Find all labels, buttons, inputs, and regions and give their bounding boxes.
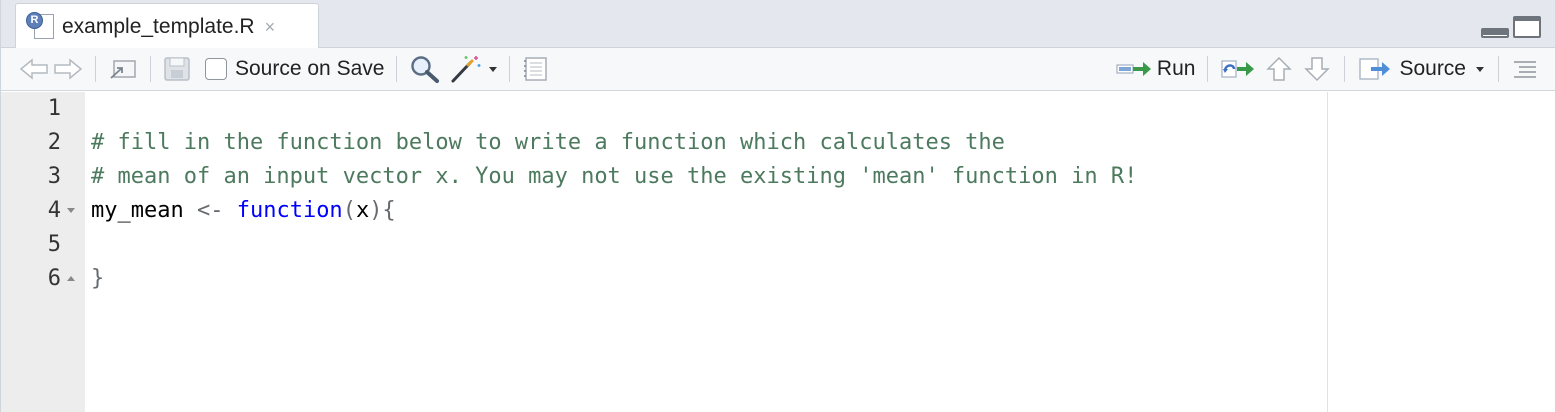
editor-toolbar: Source on Save Run Source [1, 48, 1555, 91]
forward-arrow-icon [54, 58, 83, 80]
run-arrow-icon [1116, 62, 1151, 76]
line-number: 5 [47, 232, 61, 257]
outline-lines-icon [1514, 61, 1536, 78]
code-token-paren: ( [342, 198, 356, 223]
code-line[interactable]: # fill in the function below to write a … [91, 126, 1005, 160]
magnifier-icon [411, 56, 440, 83]
toolbar-separator [1207, 56, 1209, 82]
line-number: 2 [47, 130, 61, 155]
gutter-row: 2 [1, 126, 85, 160]
rerun-icon [1221, 60, 1255, 78]
find-replace-button[interactable] [405, 53, 445, 85]
source-button[interactable]: Source [1353, 53, 1470, 85]
arrow-down-icon [1304, 57, 1331, 82]
source-on-save-label: Source on Save [235, 57, 385, 80]
code-token-keyword: function [236, 198, 343, 223]
popout-window-icon [110, 60, 136, 79]
source-on-save-checkbox[interactable]: Source on Save [201, 53, 388, 85]
next-section-button[interactable] [1298, 53, 1336, 85]
back-arrow-icon [19, 58, 48, 80]
chevron-down-icon [489, 66, 498, 72]
arrow-up-icon [1266, 56, 1293, 81]
line-number: 3 [47, 164, 61, 189]
toolbar-separator [509, 56, 511, 82]
fold-close-icon[interactable] [67, 276, 75, 281]
gutter-row: 6 [1, 262, 85, 296]
code-line[interactable]: my_mean <- function(x){ [91, 194, 396, 228]
toolbar-separator [150, 56, 151, 82]
print-margin-line [1327, 92, 1328, 412]
code-line[interactable]: # mean of an input vector x. You may not… [91, 160, 1137, 194]
tab-bar: R example_template.R × [1, 0, 1555, 49]
notebook-icon [524, 57, 548, 81]
source-on-save-box[interactable] [205, 58, 227, 80]
code-tools-button[interactable] [445, 53, 501, 85]
r-script-file-icon: R [26, 11, 56, 42]
code-token-plain: x [355, 198, 370, 223]
tab-example-template[interactable]: R example_template.R × [15, 3, 319, 49]
code-token-comment: # mean of an input vector x. You may not… [91, 164, 1138, 189]
toolbar-separator [396, 56, 398, 82]
document-outline-button[interactable] [1507, 53, 1543, 85]
run-label: Run [1156, 57, 1196, 80]
chevron-down-icon [1476, 66, 1484, 72]
code-editor[interactable]: 1 2 3 4 5 6 # fill in the function below to w… [1, 92, 1555, 412]
toolbar-separator [1498, 56, 1499, 82]
code-token-plain: my_mean [91, 198, 197, 223]
run-button[interactable]: Run [1111, 53, 1200, 85]
r-badge: R [26, 11, 43, 29]
back-button[interactable] [15, 53, 53, 85]
save-button[interactable] [159, 53, 195, 85]
code-token-paren: } [91, 266, 105, 291]
maximize-pane-icon[interactable] [1513, 16, 1541, 38]
minimize-pane-icon[interactable] [1481, 28, 1509, 38]
code-token-paren: ){ [369, 198, 396, 223]
save-disk-icon [164, 57, 190, 81]
toolbar-separator [1344, 56, 1346, 82]
window-controls [1481, 16, 1541, 38]
code-token-comment: # fill in the function below to write a … [91, 130, 1005, 155]
forward-button[interactable] [53, 53, 87, 85]
rstudio-source-pane: R example_template.R × Source on Save Ru… [0, 0, 1556, 412]
fold-open-icon[interactable] [67, 208, 75, 213]
gutter-row: 4 [1, 194, 85, 228]
source-label: Source [1399, 57, 1466, 80]
line-number: 1 [47, 96, 61, 121]
line-number: 6 [47, 266, 61, 291]
line-number: 4 [47, 198, 61, 223]
source-options-dropdown[interactable] [1470, 53, 1490, 85]
toolbar-separator [95, 56, 96, 82]
code-area[interactable]: # fill in the function below to write a … [85, 92, 1555, 412]
code-token-op: <- [196, 198, 224, 223]
code-line[interactable]: } [91, 262, 104, 296]
previous-section-button[interactable] [1260, 53, 1298, 85]
close-tab-icon[interactable]: × [265, 18, 276, 36]
compile-report-button[interactable] [518, 53, 554, 85]
rerun-previous-button[interactable] [1216, 53, 1260, 85]
show-in-new-window-button[interactable] [104, 53, 142, 85]
tab-title: example_template.R [62, 14, 255, 38]
gutter-row: 3 [1, 160, 85, 194]
source-file-icon [1359, 58, 1391, 80]
gutter-row: 5 [1, 228, 85, 262]
magic-wand-icon [451, 56, 481, 83]
gutter-row: 1 [1, 92, 85, 126]
line-number-gutter: 1 2 3 4 5 6 [1, 92, 85, 412]
